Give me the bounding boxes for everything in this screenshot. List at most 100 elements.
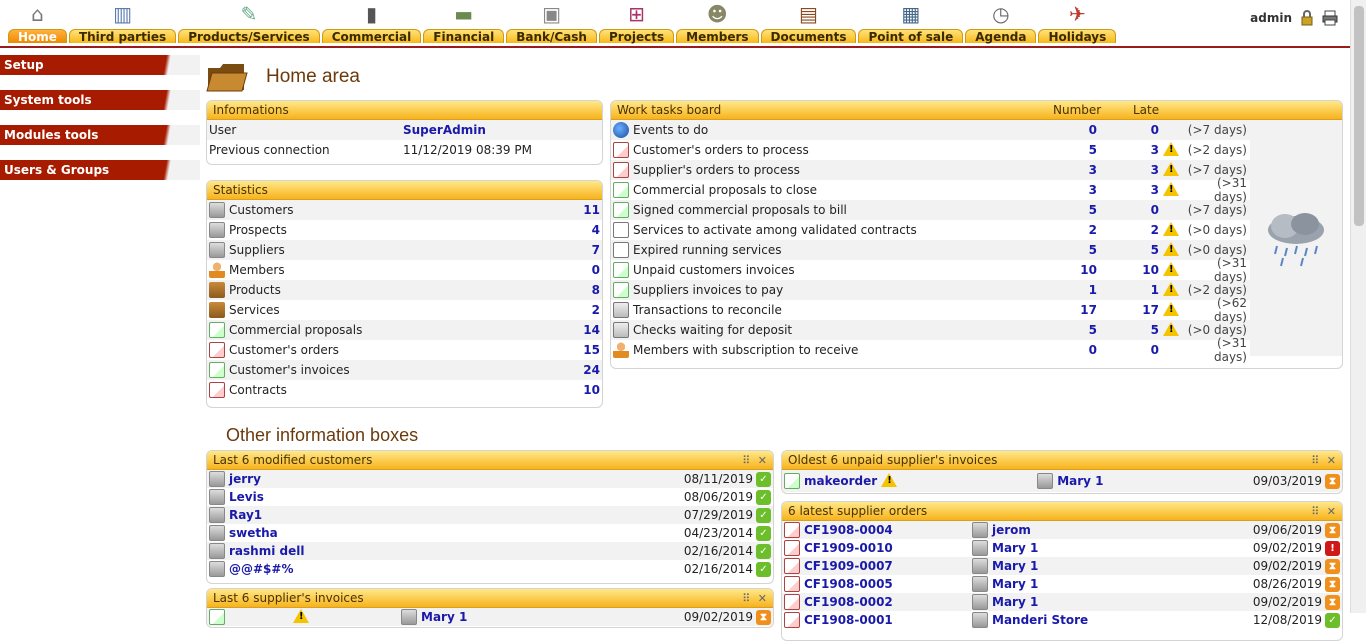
left-menu-modules-tools[interactable]: Modules tools xyxy=(0,125,200,145)
menu-item-bank-cash[interactable]: ▣ Bank/Cash xyxy=(506,0,597,46)
customer-row[interactable]: @@#$#% 02/16/2014 ✓ xyxy=(207,560,773,578)
customer-row[interactable]: jerry 08/11/2019 ✓ xyxy=(207,470,773,488)
work-task-row[interactable]: Customer's orders to process 53 (>2 days) xyxy=(611,140,1251,160)
work-task-row[interactable]: Signed commercial proposals to bill 5 0 (>7… xyxy=(611,200,1251,220)
menu-item-projects[interactable]: ⊞ Projects xyxy=(598,0,675,46)
user-link[interactable]: SuperAdmin xyxy=(403,123,486,137)
stat-row[interactable]: Suppliers 7 xyxy=(207,240,602,260)
order-ref[interactable]: CF1908-0005 xyxy=(804,577,972,591)
task-late[interactable]: 17 xyxy=(1097,303,1159,317)
task-late[interactable]: 1 xyxy=(1097,283,1159,297)
task-late[interactable]: 3 xyxy=(1097,143,1159,157)
stat-value[interactable]: 14 xyxy=(583,323,600,337)
customer-link[interactable]: Levis xyxy=(229,490,684,504)
task-late[interactable]: 5 xyxy=(1097,243,1159,257)
task-late[interactable]: 0 xyxy=(1097,203,1159,217)
task-number[interactable]: 0 xyxy=(1009,343,1097,357)
menu-item-agenda[interactable]: ◷ Agenda xyxy=(965,0,1037,46)
customer-link[interactable]: swetha xyxy=(229,526,684,540)
stat-row[interactable]: Customer's invoices 24 xyxy=(207,360,602,380)
customer-row[interactable]: Ray1 07/29/2019 ✓ xyxy=(207,506,773,524)
supplier-link[interactable]: Mary 1 xyxy=(992,541,1253,555)
work-task-row[interactable]: Suppliers invoices to pay 11 (>2 days) xyxy=(611,280,1251,300)
customer-link[interactable]: Ray1 xyxy=(229,508,684,522)
task-late[interactable]: 0 xyxy=(1097,343,1159,357)
supplier-order-row[interactable]: CF1908-0001 Manderi Store 12/08/2019 ✓ xyxy=(782,611,1342,629)
stat-value[interactable]: 24 xyxy=(583,363,600,377)
stat-value[interactable]: 10 xyxy=(583,383,600,397)
task-number[interactable]: 5 xyxy=(1009,143,1097,157)
box-controls[interactable]: ⠿ ✕ xyxy=(1311,451,1338,469)
supplier-link[interactable]: Mary 1 xyxy=(992,595,1253,609)
menu-item-third-parties[interactable]: ▥ Third parties xyxy=(68,0,177,46)
stat-value[interactable]: 11 xyxy=(583,203,600,217)
order-ref[interactable]: CF1908-0001 xyxy=(804,613,972,627)
stat-value[interactable]: 4 xyxy=(592,223,600,237)
menu-item-home[interactable]: ⌂ Home xyxy=(8,0,67,46)
task-late[interactable]: 0 xyxy=(1097,123,1159,137)
task-number[interactable]: 5 xyxy=(1009,323,1097,337)
box-controls[interactable]: ⠿ ✕ xyxy=(1311,502,1338,520)
menu-item-point-of-sale[interactable]: ▦ Point of sale xyxy=(858,0,964,46)
stat-row[interactable]: Customer's orders 15 xyxy=(207,340,602,360)
task-late[interactable]: 10 xyxy=(1097,263,1159,277)
task-number[interactable]: 2 xyxy=(1009,223,1097,237)
username[interactable]: admin xyxy=(1250,11,1292,25)
task-late[interactable]: 3 xyxy=(1097,163,1159,177)
supplier-link[interactable]: Mary 1 xyxy=(421,610,684,624)
task-number[interactable]: 1 xyxy=(1009,283,1097,297)
box-controls[interactable]: ⠿ ✕ xyxy=(742,451,769,469)
order-ref[interactable]: CF1908-0004 xyxy=(804,523,972,537)
task-number[interactable]: 10 xyxy=(1009,263,1097,277)
menu-item-commercial[interactable]: ▮ Commercial xyxy=(321,0,422,46)
work-task-row[interactable]: Supplier's orders to process 33 (>7 days) xyxy=(611,160,1251,180)
task-number[interactable]: 17 xyxy=(1009,303,1097,317)
task-number[interactable]: 3 xyxy=(1009,183,1097,197)
work-task-row[interactable]: Checks waiting for deposit 55 (>0 days) xyxy=(611,320,1251,340)
work-task-row[interactable]: Services to activate among validated con… xyxy=(611,220,1251,240)
order-ref[interactable]: CF1909-0010 xyxy=(804,541,972,555)
menu-item-products-services[interactable]: ✎ Products/Services xyxy=(178,0,320,46)
stat-row[interactable]: Contracts 10 xyxy=(207,380,602,400)
customer-row[interactable]: Levis 08/06/2019 ✓ xyxy=(207,488,773,506)
supplier-invoice-row[interactable]: Mary 109/02/2019⧗ xyxy=(207,608,773,626)
left-menu-users-groups[interactable]: Users & Groups xyxy=(0,160,200,180)
supplier-link[interactable]: Mary 1 xyxy=(1057,474,1253,488)
supplier-order-row[interactable]: CF1909-0007 Mary 1 09/02/2019 ⧗ xyxy=(782,557,1342,575)
work-task-row[interactable]: Unpaid customers invoices 1010 (>31 days) xyxy=(611,256,1251,284)
stat-value[interactable]: 7 xyxy=(592,243,600,257)
work-task-row[interactable]: Commercial proposals to close 33 (>31 days… xyxy=(611,176,1251,204)
menu-item-holidays[interactable]: ✈ Holidays xyxy=(1038,0,1117,46)
scrollbar-thumb[interactable] xyxy=(1354,6,1364,226)
task-number[interactable]: 5 xyxy=(1009,203,1097,217)
supplier-order-row[interactable]: CF1908-0005 Mary 1 08/26/2019 ⧗ xyxy=(782,575,1342,593)
customer-link[interactable]: rashmi dell xyxy=(229,544,684,558)
supplier-link[interactable]: jerom xyxy=(992,523,1253,537)
customer-row[interactable]: rashmi dell 02/16/2014 ✓ xyxy=(207,542,773,560)
stat-row[interactable]: Members 0 xyxy=(207,260,602,280)
supplier-link[interactable]: Manderi Store xyxy=(992,613,1253,627)
vertical-scrollbar[interactable] xyxy=(1350,0,1366,613)
task-late[interactable]: 3 xyxy=(1097,183,1159,197)
task-late[interactable]: 5 xyxy=(1097,323,1159,337)
customer-link[interactable]: @@#$#% xyxy=(229,562,684,576)
stat-row[interactable]: Products 8 xyxy=(207,280,602,300)
stat-row[interactable]: Customers 11 xyxy=(207,200,602,220)
supplier-order-row[interactable]: CF1908-0002 Mary 1 09/02/2019 ⧗ xyxy=(782,593,1342,611)
supplier-order-row[interactable]: CF1909-0010 Mary 1 09/02/2019! xyxy=(782,539,1342,557)
customer-link[interactable]: jerry xyxy=(229,472,684,486)
stat-value[interactable]: 15 xyxy=(583,343,600,357)
left-menu-setup[interactable]: Setup xyxy=(0,55,200,75)
task-number[interactable]: 5 xyxy=(1009,243,1097,257)
stat-row[interactable]: Prospects 4 xyxy=(207,220,602,240)
lock-icon[interactable] xyxy=(1300,10,1314,26)
work-task-row[interactable]: Members with subscription to receive 0 0 (>… xyxy=(611,336,1251,364)
stat-row[interactable]: Services 2 xyxy=(207,300,602,320)
menu-item-members[interactable]: ☻ Members xyxy=(676,0,759,46)
work-task-row[interactable]: Expired running services 55 (>0 days) xyxy=(611,240,1251,260)
order-ref[interactable]: CF1909-0007 xyxy=(804,559,972,573)
supplier-link[interactable]: Mary 1 xyxy=(992,559,1253,573)
order-ref[interactable]: CF1908-0002 xyxy=(804,595,972,609)
stat-value[interactable]: 8 xyxy=(592,283,600,297)
stat-value[interactable]: 0 xyxy=(592,263,600,277)
